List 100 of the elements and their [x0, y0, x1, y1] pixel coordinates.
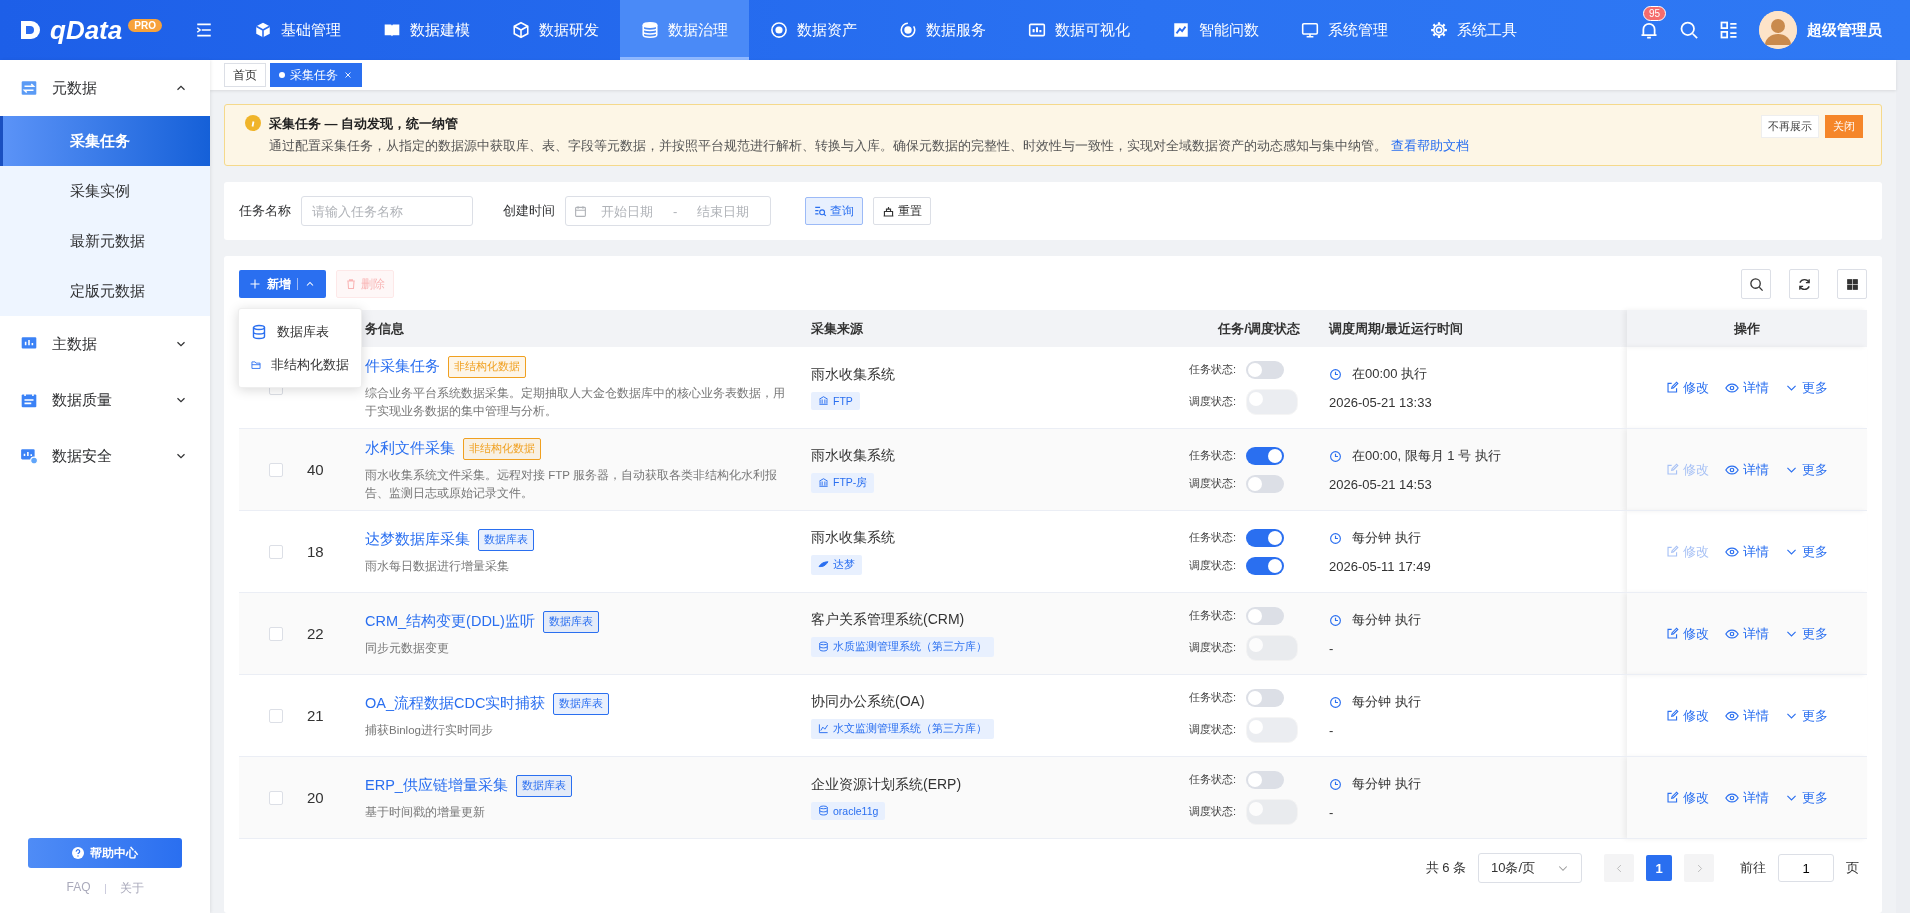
- help-doc-link[interactable]: 查看帮助文档: [1391, 139, 1469, 153]
- bell-icon: [1639, 20, 1659, 40]
- edit-button[interactable]: 修改: [1666, 624, 1709, 643]
- row-checkbox[interactable]: [269, 544, 283, 559]
- nav-tab[interactable]: 基础管理: [233, 0, 362, 60]
- menu-group[interactable]: 数据安全: [0, 428, 210, 484]
- task-name-link[interactable]: OA_流程数据CDC实时捕获: [365, 694, 546, 713]
- nav-tab[interactable]: 数据建模: [362, 0, 491, 60]
- more-button[interactable]: 更多: [1785, 706, 1828, 725]
- nav-tab[interactable]: 数据资产: [749, 0, 878, 60]
- menu-item[interactable]: 定版元数据: [0, 266, 210, 316]
- task-name-field[interactable]: 请输入任务名称: [301, 196, 473, 226]
- row-checkbox[interactable]: [269, 462, 283, 477]
- menu-item[interactable]: 采集任务: [0, 116, 210, 166]
- toggle-switch[interactable]: [1246, 446, 1285, 465]
- avatar[interactable]: [1759, 11, 1797, 49]
- task-name-link[interactable]: CRM_结构变更(DDL)监听: [365, 612, 535, 631]
- menu-item[interactable]: 非结构化数据: [239, 348, 361, 381]
- menu-item[interactable]: 最新元数据: [0, 216, 210, 266]
- task-id: 18: [307, 543, 324, 560]
- toggle-switch[interactable]: [1246, 770, 1285, 789]
- nav-tab[interactable]: 数据服务: [878, 0, 1007, 60]
- status-label: 任务状态:: [1189, 530, 1237, 545]
- task-name-link[interactable]: 达梦数据库采集: [365, 530, 470, 549]
- refresh-button[interactable]: [1789, 269, 1819, 299]
- page-size-select[interactable]: 10条/页: [1478, 853, 1582, 883]
- close-icon: [343, 70, 353, 80]
- task-description: 综合业务平台系统数据采集。定期抽取人大金仓数据库中的核心业务表数据，用于实现业务数据的集中管理与分析。: [365, 385, 786, 419]
- detail-button[interactable]: 详情: [1725, 624, 1769, 643]
- close-button[interactable]: 关闭: [1825, 115, 1863, 138]
- menu-item[interactable]: 采集实例: [0, 166, 210, 216]
- search-button[interactable]: 查询: [805, 197, 863, 225]
- menu-group[interactable]: 主数据: [0, 316, 210, 372]
- task-description: 同步元数据变更: [365, 640, 450, 656]
- dont-show-button[interactable]: 不再展示: [1761, 115, 1819, 138]
- column-header: 调度周期/最近运行时间: [1329, 320, 1463, 336]
- task-name-link[interactable]: ERP_供应链增量采集: [365, 776, 508, 795]
- toggle-switch[interactable]: [1246, 688, 1285, 707]
- search-button[interactable]: [1741, 269, 1771, 299]
- row-checkbox[interactable]: [269, 790, 283, 805]
- toggle-switch[interactable]: [1246, 528, 1285, 547]
- more-button[interactable]: 更多: [1785, 788, 1828, 807]
- page-jump-field[interactable]: 1: [1778, 854, 1834, 882]
- nav-tab[interactable]: 智能问数: [1151, 0, 1280, 60]
- nav-tab[interactable]: 系统管理: [1280, 0, 1409, 60]
- detail-button[interactable]: 详情: [1725, 706, 1769, 725]
- eye-icon: [1725, 790, 1739, 805]
- more-button[interactable]: 更多: [1785, 542, 1828, 561]
- datasource-tag: FTP: [811, 391, 860, 410]
- footer-link[interactable]: 关于: [119, 880, 144, 897]
- detail-button[interactable]: 详情: [1725, 378, 1769, 397]
- box-icon: [512, 21, 530, 39]
- edit-button[interactable]: 修改: [1666, 788, 1709, 807]
- footer-link[interactable]: FAQ: [66, 880, 91, 897]
- toggle-switch[interactable]: [1246, 556, 1285, 575]
- more-button[interactable]: 更多: [1785, 378, 1828, 397]
- task-name-link[interactable]: 水利文件采集: [365, 439, 455, 458]
- menu-item[interactable]: 数据库表: [239, 315, 361, 348]
- status-label: 调度状态:: [1189, 722, 1237, 737]
- row-checkbox[interactable]: [269, 626, 283, 641]
- edit-button[interactable]: 修改: [1666, 378, 1709, 397]
- prev-page-button[interactable]: [1604, 854, 1634, 882]
- detail-button[interactable]: 详情: [1725, 788, 1769, 807]
- nav-tab[interactable]: 数据可视化: [1007, 0, 1151, 60]
- row-checkbox[interactable]: [269, 708, 283, 723]
- edit-button[interactable]: 修改: [1666, 706, 1709, 725]
- add-button[interactable]: 新增: [239, 270, 326, 298]
- menu-group[interactable]: 元数据: [0, 60, 210, 116]
- page-tab[interactable]: 采集任务: [270, 63, 362, 87]
- task-description: 雨水每日数据进行增量采集: [365, 558, 510, 574]
- detail-button[interactable]: 详情: [1725, 460, 1769, 479]
- cube-icon: [254, 21, 272, 39]
- nav-tab[interactable]: 数据治理: [620, 0, 749, 60]
- type-tag: 数据库表: [478, 528, 534, 551]
- more-button[interactable]: 更多: [1785, 460, 1828, 479]
- toggle-switch[interactable]: [1246, 360, 1285, 379]
- nav-tab[interactable]: 系统工具: [1409, 0, 1538, 60]
- user-name[interactable]: 超级管理员: [1807, 20, 1882, 40]
- more-button[interactable]: 更多: [1785, 624, 1828, 643]
- help-center-button[interactable]: 帮助中心: [28, 838, 182, 868]
- detail-button[interactable]: 详情: [1725, 542, 1769, 561]
- page-number[interactable]: 1: [1646, 855, 1672, 881]
- page-tab[interactable]: 首页: [224, 63, 266, 87]
- edit-icon: [1666, 791, 1679, 804]
- status-label: 任务状态:: [1189, 608, 1237, 623]
- toggle-switch[interactable]: [1246, 606, 1285, 625]
- menu-group[interactable]: 数据质量: [0, 372, 210, 428]
- grid-button[interactable]: [1837, 269, 1867, 299]
- menu-label: 数据质量: [52, 390, 113, 410]
- task-name-link[interactable]: 件采集任务: [365, 357, 440, 376]
- reset-button[interactable]: 重置: [873, 197, 931, 225]
- nav-tab[interactable]: 数据研发: [491, 0, 620, 60]
- menu-label: 元数据: [52, 78, 98, 98]
- transfer-icon: [20, 79, 38, 97]
- last-run-time: 2026-05-11 17:49: [1329, 559, 1432, 574]
- column-header: 务信息: [365, 320, 404, 336]
- clock-icon: [1329, 613, 1342, 627]
- next-page-button[interactable]: [1684, 854, 1714, 882]
- task-description: 捕获Binlog进行实时同步: [365, 722, 494, 738]
- toggle-switch[interactable]: [1246, 474, 1285, 493]
